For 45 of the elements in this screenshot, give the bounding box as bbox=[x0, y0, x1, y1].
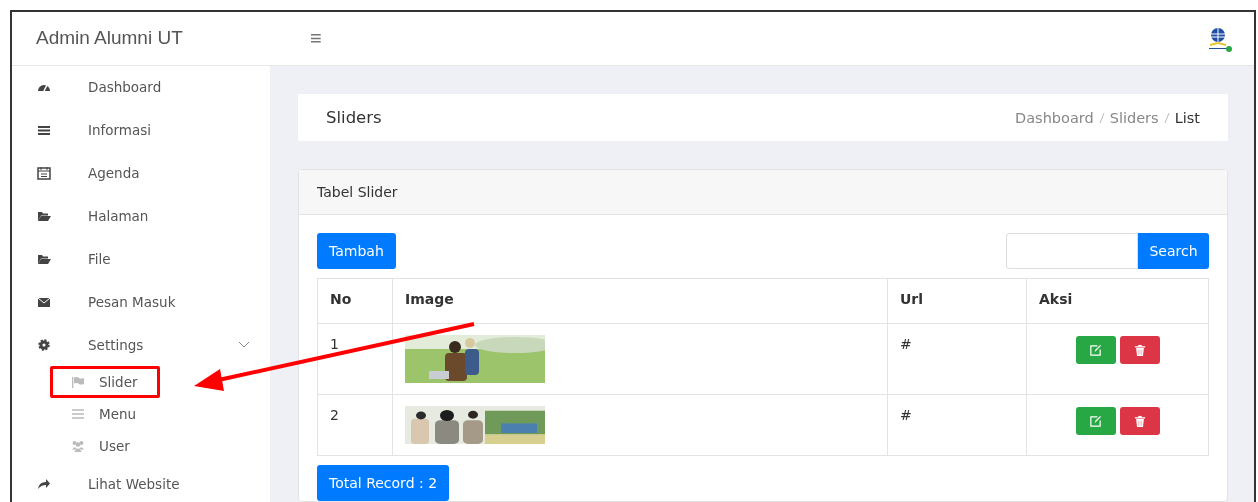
delete-button[interactable] bbox=[1119, 336, 1160, 364]
table-cell: 2 bbox=[317, 394, 393, 456]
globe-logo-icon[interactable] bbox=[1206, 25, 1232, 52]
trash-icon bbox=[1133, 414, 1146, 428]
table-cell: 1 bbox=[317, 323, 393, 395]
search-field[interactable] bbox=[1006, 233, 1138, 269]
settings-icon bbox=[37, 337, 51, 352]
menu-icon bbox=[71, 407, 85, 421]
search-button[interactable]: Search bbox=[1138, 233, 1209, 269]
breadcrumb-separator-icon bbox=[1163, 110, 1170, 125]
breadcrumb-separator-icon bbox=[1098, 110, 1105, 125]
sidebar-item[interactable]: Settings bbox=[12, 323, 270, 366]
calendar-icon bbox=[37, 165, 51, 180]
breadcrumb-link[interactable]: Dashboard bbox=[1015, 109, 1094, 126]
card-title: Tabel Slider bbox=[299, 170, 1227, 215]
flag-icon bbox=[71, 375, 85, 389]
sidebar-subitem[interactable]: Menu bbox=[50, 398, 160, 430]
sidebar-item[interactable]: Dashboard bbox=[12, 66, 270, 108]
sidebar-item[interactable]: Pesan Masuk bbox=[12, 280, 270, 323]
table-cell: # bbox=[887, 394, 1027, 456]
column-header: Url bbox=[887, 278, 1027, 324]
add-button[interactable]: Tambah bbox=[317, 233, 396, 269]
column-header: Image bbox=[392, 278, 888, 324]
edit-icon bbox=[1089, 343, 1102, 357]
sidebar-item[interactable]: Lihat Website bbox=[12, 462, 270, 502]
sidebar-item[interactable]: Agenda bbox=[12, 151, 270, 194]
edit-button[interactable] bbox=[1075, 336, 1116, 364]
sidebar-item[interactable]: Halaman bbox=[12, 194, 270, 237]
breadcrumb-link[interactable]: Sliders bbox=[1109, 109, 1159, 126]
trash-icon bbox=[1133, 343, 1146, 357]
sidebar-subitem[interactable]: Slider bbox=[50, 366, 160, 398]
sidebar-item[interactable]: File bbox=[12, 237, 270, 280]
sidebar-item[interactable]: Informasi bbox=[12, 108, 270, 151]
sidebar-subitem[interactable]: User bbox=[50, 430, 160, 462]
total-record-label: Total Record : 2 bbox=[317, 465, 450, 501]
brand-title: Admin Alumni UT bbox=[35, 26, 184, 50]
menu-button[interactable]: ≡ bbox=[310, 27, 322, 50]
delete-button[interactable] bbox=[1119, 407, 1160, 435]
table-cell: # bbox=[887, 323, 1027, 395]
column-header: No bbox=[317, 278, 393, 324]
edit-button[interactable] bbox=[1075, 407, 1116, 435]
column-header: Aksi bbox=[1026, 278, 1209, 324]
edit-icon bbox=[1089, 414, 1102, 428]
page-title: Sliders bbox=[326, 108, 382, 127]
users-icon bbox=[71, 439, 85, 453]
